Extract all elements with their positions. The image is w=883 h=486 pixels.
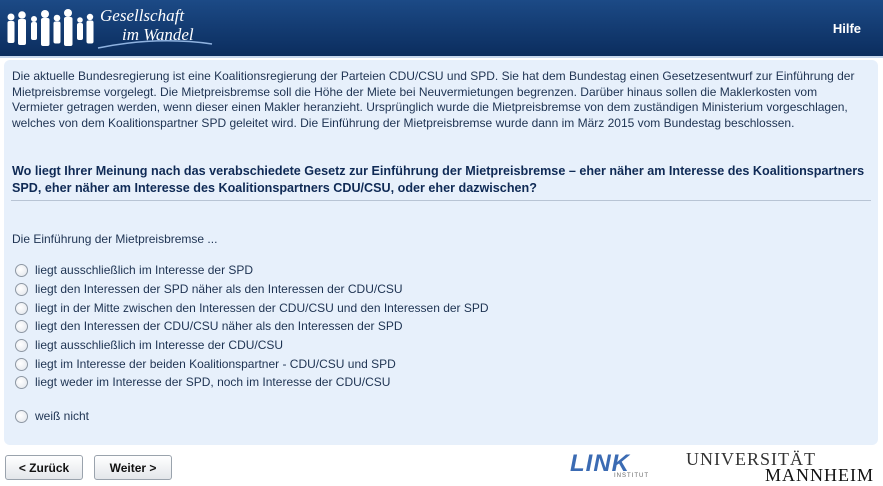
answer-option-4[interactable]: liegt den Interessen der CDU/CSU näher a… (15, 318, 403, 334)
app-header: Gesellschaft im Wandel Hilfe (0, 0, 883, 58)
radio-button[interactable] (15, 375, 28, 389)
answer-option-label: liegt den Interessen der SPD näher als d… (35, 282, 403, 296)
answer-option-label: liegt weder im Interesse der SPD, noch i… (35, 375, 391, 389)
people-silhouettes-icon (7, 9, 94, 46)
logo-line-1: Gesellschaft (100, 6, 185, 25)
question-panel: Die aktuelle Bundesregierung ist eine Ko… (4, 60, 878, 445)
answer-option-label: liegt im Interesse der beiden Koalitions… (35, 357, 396, 371)
answer-option-7[interactable]: liegt weder im Interesse der SPD, noch i… (15, 374, 390, 390)
answer-option-label: liegt ausschließlich im Interesse der SP… (35, 263, 254, 277)
logo-swoosh-icon (97, 40, 213, 49)
link-logo-subtext: INSTITUT (614, 473, 649, 479)
radio-button[interactable] (15, 301, 28, 315)
answer-option-5[interactable]: liegt ausschließlich im Interesse der CD… (15, 337, 283, 353)
uni-logo-line-2: MANNHEIM (765, 465, 874, 485)
help-link[interactable]: Hilfe (833, 21, 861, 36)
answer-option-label: liegt ausschließlich im Interesse der CD… (35, 338, 284, 352)
radio-button[interactable] (15, 319, 28, 333)
next-button[interactable]: Weiter > (94, 455, 172, 480)
university-mannheim-logo: UNIVERSITÄT MANNHEIM (686, 449, 873, 485)
radio-button[interactable] (15, 282, 28, 296)
answer-option-label: liegt den Interessen der CDU/CSU näher a… (35, 319, 403, 333)
intro-text: Die aktuelle Bundesregierung ist eine Ko… (12, 69, 855, 131)
answer-option-1[interactable]: liegt ausschließlich im Interesse der SP… (15, 262, 253, 278)
link-institut-logo: LINK INSTITUT (570, 450, 652, 482)
answer-option-label: weiß nicht (35, 409, 90, 423)
radio-button[interactable] (15, 357, 28, 371)
back-button[interactable]: < Zurück (5, 455, 83, 480)
answer-option-6[interactable]: liegt im Interesse der beiden Koalitions… (15, 356, 396, 372)
answer-option-dont-know[interactable]: weiß nicht (15, 408, 89, 424)
divider (11, 200, 871, 201)
radio-button[interactable] (15, 263, 28, 277)
question-text: Wo liegt Ihrer Meinung nach das verabsch… (12, 164, 865, 195)
answer-option-3[interactable]: liegt in der Mitte zwischen den Interess… (15, 300, 489, 316)
answer-option-2[interactable]: liegt den Interessen der SPD näher als d… (15, 281, 403, 297)
radio-button[interactable] (15, 409, 28, 423)
question-stem: Die Einführung der Mietpreisbremse ... (12, 232, 218, 246)
radio-button[interactable] (15, 338, 28, 352)
answer-option-label: liegt in der Mitte zwischen den Interess… (35, 301, 489, 315)
